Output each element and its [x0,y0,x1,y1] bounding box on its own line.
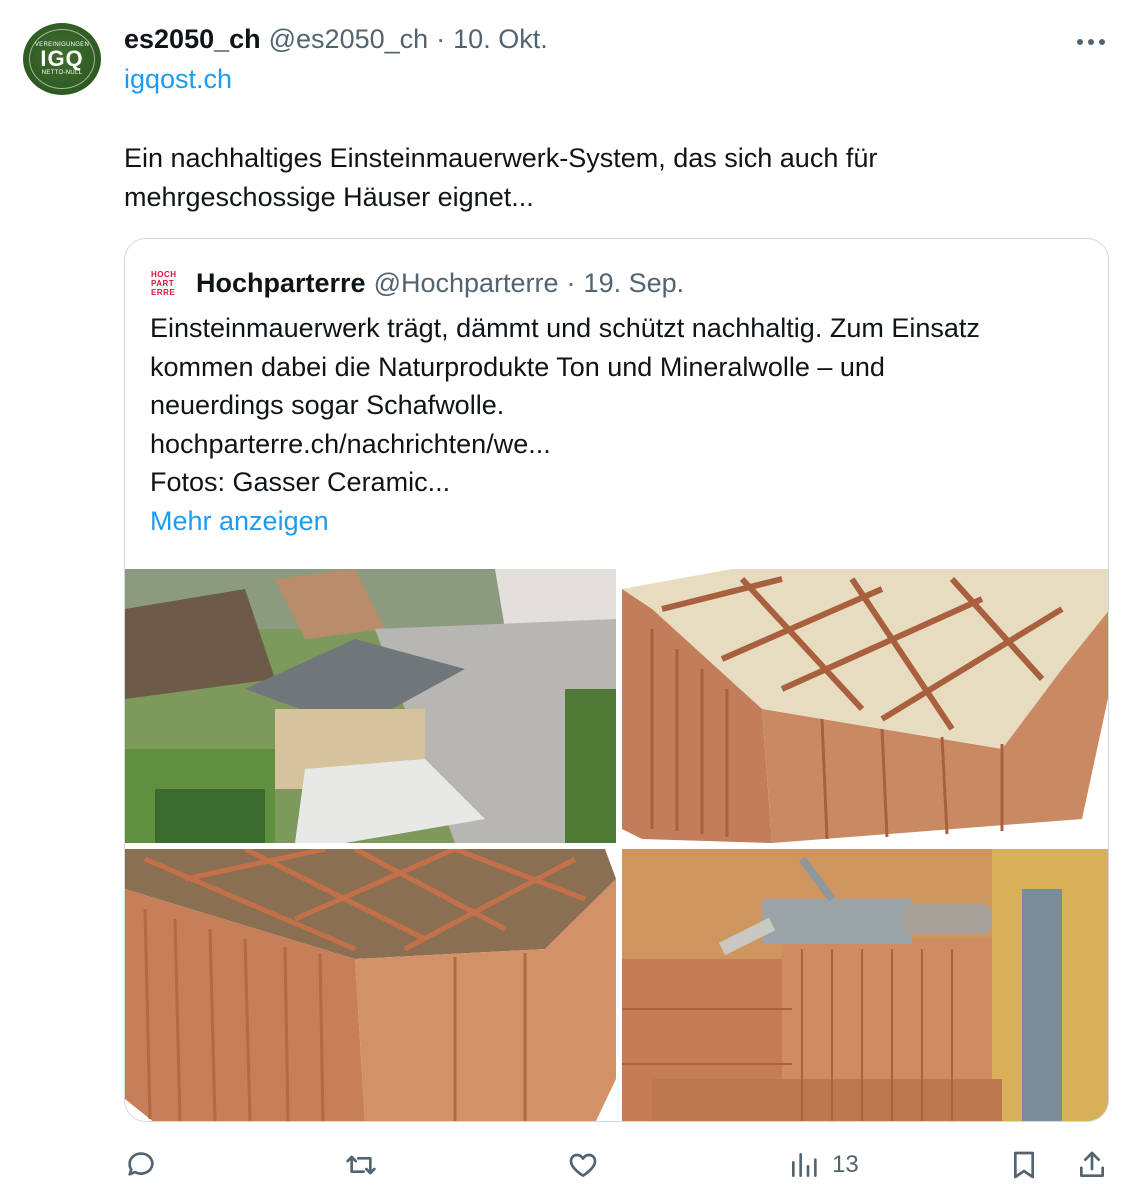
share-button[interactable] [1076,1148,1108,1182]
views-count: 13 [832,1151,859,1178]
user-handle[interactable]: @es2050_ch [269,24,429,55]
post-link[interactable]: igqost.ch [124,64,232,95]
image-grid [125,569,1108,1121]
avatar-ring [29,29,95,89]
separator-dot: · [566,267,576,298]
post-text-line: Ein nachhaltiges Einsteinmauerwerk-Syste… [124,143,878,173]
share-icon [1080,1151,1104,1177]
hochparterre-logo-icon: HOCH PART ERRE [151,267,183,299]
post-header: es2050_ch @es2050_ch · 10. Okt. [124,22,548,56]
post-text-line: mehrgeschossige Häuser eignet... [124,182,534,212]
show-more-link[interactable]: Mehr anzeigen [150,502,1080,541]
post-date[interactable]: 10. Okt. [453,24,548,55]
quoted-text-line: neuerdings sogar Schafwolle. [150,390,505,420]
quoted-post-header: HOCH PART ERRE Hochparterre @Hochparterr… [151,264,684,302]
aerial-house-photo[interactable] [125,569,616,843]
bookmark-icon [1014,1151,1034,1179]
retweet-icon [346,1155,376,1175]
heart-icon [569,1153,597,1177]
quoted-text-line: Fotos: Gasser Ceramic... [150,467,451,497]
logo-line: HOCH [151,269,177,279]
quoted-text-line: hochparterre.ch/nachrichten/we... [150,428,551,459]
action-bar: 13 [0,1140,1132,1190]
logo-line: ERRE [151,287,176,297]
more-icon[interactable] [1076,24,1106,50]
avatar[interactable]: VEREINIGUNGEN IGQ NETTO-NULL [23,23,101,95]
reply-icon [128,1152,154,1176]
quoted-post[interactable]: HOCH PART ERRE Hochparterre @Hochparterr… [124,238,1109,1122]
views-chart-icon [792,1153,817,1177]
quoted-text-line: Einsteinmauerwerk trägt, dämmt und schüt… [150,313,980,343]
bookmark-button[interactable] [1008,1148,1040,1182]
retweet-button[interactable] [345,1148,377,1182]
reply-button[interactable] [125,1148,157,1182]
quoted-post-text: Einsteinmauerwerk trägt, dämmt und schüt… [150,309,1080,540]
display-name[interactable]: es2050_ch [124,24,261,55]
like-button[interactable] [567,1148,599,1182]
brick-mineral-wool-photo[interactable] [622,569,1108,843]
brick-filled-photo[interactable] [125,849,616,1121]
quoted-display-name[interactable]: Hochparterre [196,268,366,299]
views-button[interactable]: 13 [788,1148,859,1182]
quoted-handle[interactable]: @Hochparterre [374,268,559,299]
separator-dot: · [436,23,446,54]
post-text: Ein nachhaltiges Einsteinmauerwerk-Syste… [124,139,1024,217]
brick-wall-construction-photo[interactable] [622,849,1108,1121]
quoted-date[interactable]: 19. Sep. [584,268,685,299]
quoted-text-line: kommen dabei die Naturprodukte Ton und M… [150,351,885,382]
logo-line: PART [151,278,175,288]
